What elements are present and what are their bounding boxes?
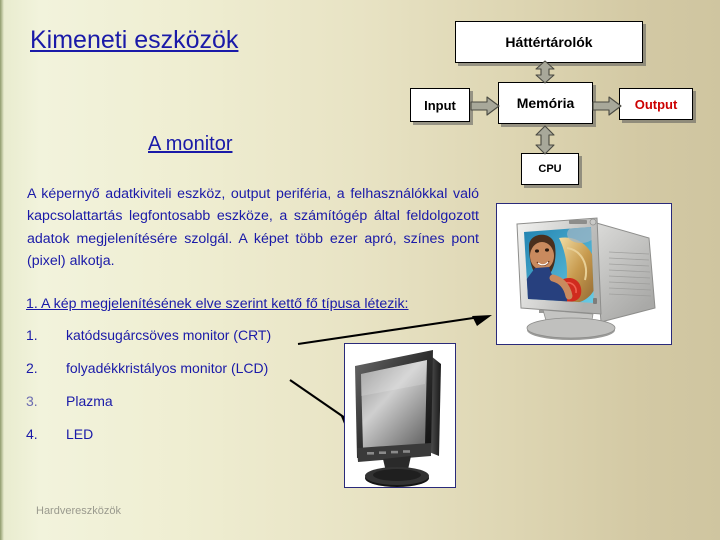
list-item-label: Plazma (66, 393, 113, 409)
double-arrow-vertical-icon (535, 60, 555, 84)
list-item-number: 4. (26, 426, 38, 442)
arrow-right-icon (470, 96, 500, 116)
slide-footer: Hardvereszközök (36, 505, 121, 517)
arrow-right-icon (592, 96, 622, 116)
page-title: Kimeneti eszközök (30, 26, 239, 54)
diagram-box-memory: Memória (498, 82, 593, 124)
lcd-monitor-photo (345, 344, 455, 487)
slide-canvas: Kimeneti eszközök A monitor A képernyő a… (0, 0, 720, 540)
list-item-label: LED (66, 426, 94, 442)
diagram-box-cpu: CPU (521, 153, 579, 185)
lcd-monitor-image (344, 343, 456, 488)
double-arrow-vertical-icon (535, 125, 555, 155)
diagram-box-input: Input (410, 88, 470, 122)
list-item-label: katódsugárcsöves monitor (CRT) (66, 327, 272, 343)
list-item-number: 2. (26, 360, 38, 376)
diagram-box-storage: Háttértárolók (455, 21, 643, 63)
list-item-number: 3. (26, 393, 38, 409)
section-title: A monitor (148, 133, 233, 155)
list-subheading: 1. A kép megjelenítésének elve szerint k… (26, 296, 409, 312)
list-item-label: folyadékkristályos monitor (LCD) (66, 360, 269, 376)
body-paragraph: A képernyő adatkiviteli eszköz, output p… (27, 186, 479, 270)
list-item-number: 1. (26, 327, 38, 343)
crt-monitor-image (496, 203, 672, 345)
crt-monitor-photo (497, 204, 671, 344)
list-item: 4. LED (26, 426, 346, 459)
diagram-box-output: Output (619, 88, 693, 120)
